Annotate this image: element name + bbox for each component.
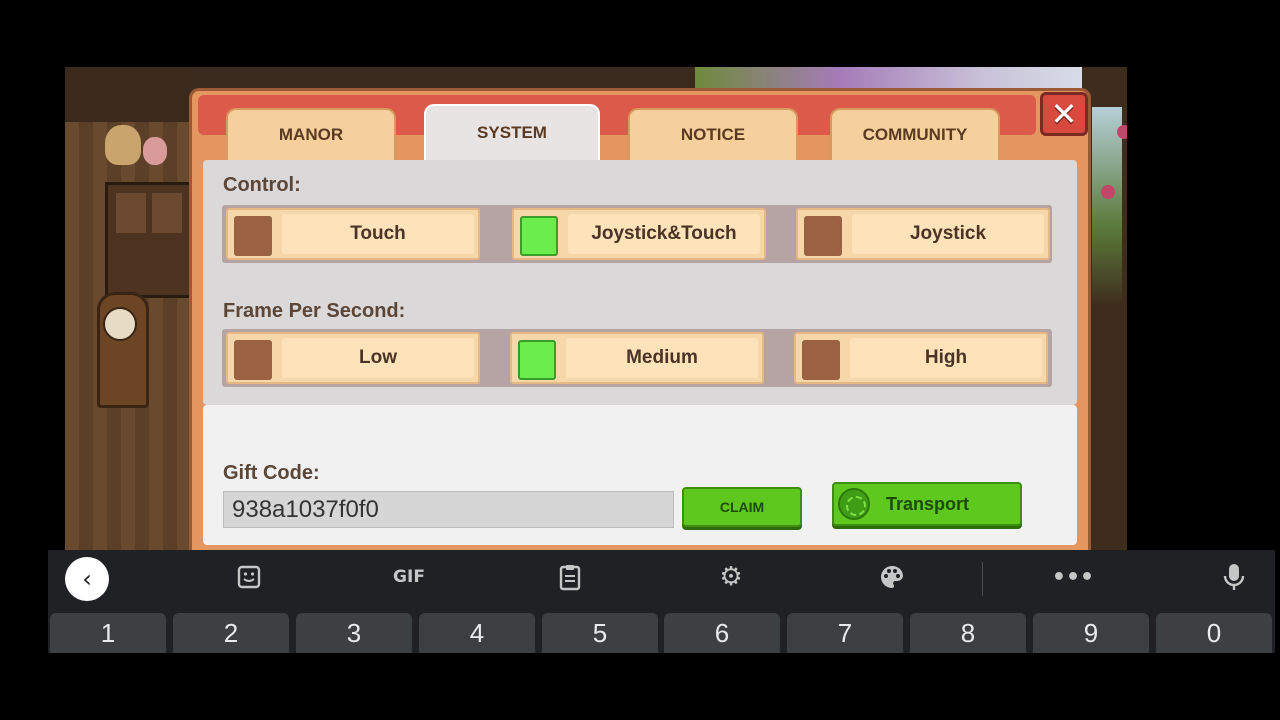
tab-system[interactable]: SYSTEM: [424, 104, 600, 160]
fps-option-medium[interactable]: Medium: [510, 332, 764, 384]
key-6[interactable]: 6: [664, 613, 780, 653]
gif-icon[interactable]: GIF: [391, 559, 427, 595]
ornament: [1117, 125, 1127, 139]
checkbox-selected[interactable]: [520, 216, 558, 256]
key-1[interactable]: 1: [50, 613, 166, 653]
claim-button[interactable]: CLAIM: [682, 487, 802, 527]
teddy-bear: [105, 125, 141, 165]
close-icon: ✕: [1050, 95, 1078, 133]
option-label: Joystick: [852, 214, 1044, 254]
mic-icon[interactable]: [1216, 559, 1252, 595]
fps-option-low[interactable]: Low: [226, 332, 480, 384]
toolbar-divider: [982, 562, 983, 596]
palette-icon[interactable]: [874, 559, 910, 595]
option-label: Low: [282, 338, 474, 378]
checkbox[interactable]: [234, 216, 272, 256]
checkbox[interactable]: [804, 216, 842, 256]
back-icon[interactable]: ‹: [65, 557, 109, 601]
gift-code-label: Gift Code:: [223, 462, 320, 484]
option-label: Medium: [566, 338, 758, 378]
fps-options: Low Medium High: [222, 329, 1052, 387]
checkbox-selected[interactable]: [518, 340, 556, 380]
control-option-joystick[interactable]: Joystick: [796, 208, 1050, 260]
settings-icon[interactable]: ⚙: [713, 559, 749, 595]
option-label: High: [850, 338, 1042, 378]
option-label: Touch: [282, 214, 474, 254]
key-3[interactable]: 3: [296, 613, 412, 653]
transport-button[interactable]: Transport: [832, 482, 1022, 526]
option-label: Joystick&Touch: [568, 214, 760, 254]
tab-notice[interactable]: NOTICE: [628, 108, 798, 160]
on-screen-keyboard: ‹ GIF ⚙ ••• 1 2 3 4 5 6 7 8 9 0: [48, 550, 1275, 653]
gift-code-input[interactable]: 938a1037f0f0: [223, 491, 674, 528]
pink-toy: [143, 137, 167, 165]
wall-top: [65, 67, 190, 122]
portal-icon: [838, 488, 870, 520]
key-0[interactable]: 0: [1156, 613, 1272, 653]
fps-option-high[interactable]: High: [794, 332, 1048, 384]
checkbox[interactable]: [802, 340, 840, 380]
transport-label: Transport: [886, 494, 970, 514]
cabinet: [105, 182, 196, 298]
sticker-icon[interactable]: [231, 559, 267, 595]
clipboard-icon[interactable]: [552, 559, 588, 595]
key-9[interactable]: 9: [1033, 613, 1149, 653]
fps-label: Frame Per Second:: [223, 300, 406, 322]
key-7[interactable]: 7: [787, 613, 903, 653]
control-option-touch[interactable]: Touch: [226, 208, 480, 260]
clock-face: [103, 307, 137, 341]
garden-decoration: [1092, 107, 1122, 307]
key-4[interactable]: 4: [419, 613, 535, 653]
control-options: Touch Joystick&Touch Joystick: [222, 205, 1052, 263]
key-8[interactable]: 8: [910, 613, 1026, 653]
key-5[interactable]: 5: [542, 613, 658, 653]
key-2[interactable]: 2: [173, 613, 289, 653]
control-option-joystick-touch[interactable]: Joystick&Touch: [512, 208, 766, 260]
tab-manor[interactable]: MANOR: [226, 108, 396, 160]
checkbox[interactable]: [234, 340, 272, 380]
control-label: Control:: [223, 174, 301, 196]
more-icon[interactable]: •••: [1052, 559, 1094, 595]
tab-community[interactable]: COMMUNITY: [830, 108, 1000, 160]
close-button[interactable]: ✕: [1040, 92, 1088, 136]
ornament: [1101, 185, 1115, 199]
